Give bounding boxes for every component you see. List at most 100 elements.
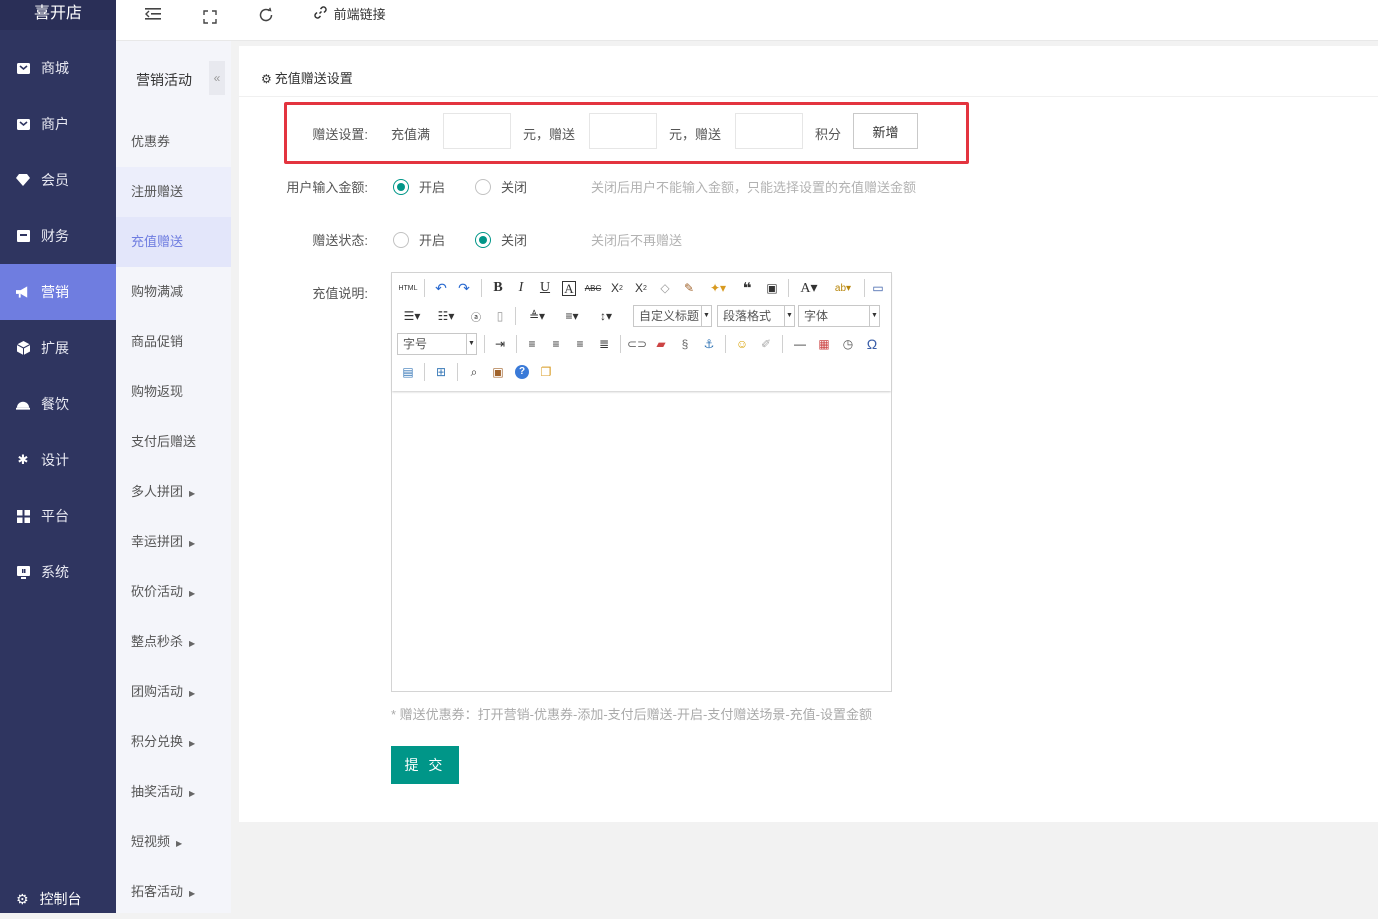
- separator: [864, 279, 865, 297]
- ordered-list-icon[interactable]: ☰▾: [398, 306, 426, 326]
- nav-item-dining[interactable]: 餐饮: [0, 376, 116, 432]
- submenu-item-register-gift[interactable]: 注册赠送: [116, 167, 231, 217]
- submenu-item-recharge-gift[interactable]: 充值赠送: [116, 217, 231, 267]
- font-family-select[interactable]: 字体 ▼: [798, 305, 880, 327]
- indent-icon[interactable]: ⇥: [490, 334, 510, 354]
- add-button[interactable]: 新增: [853, 113, 918, 149]
- subscript-icon[interactable]: X2: [631, 278, 651, 298]
- quote-icon[interactable]: ❝: [737, 278, 757, 298]
- nav-item-member[interactable]: 会员: [0, 152, 116, 208]
- submenu-item-cashback[interactable]: 购物返现: [116, 367, 231, 417]
- nav-item-dashboard[interactable]: ⚙ 控制台: [0, 884, 116, 913]
- gift-status-on-radio[interactable]: 开启: [393, 230, 445, 249]
- member-icon: [16, 173, 30, 187]
- help-icon[interactable]: ?: [512, 362, 532, 382]
- rich-text-editor[interactable]: HTML ↶ ↷ B I U A ABC X2 X2 ◇ ✎ ✦▾ ❝ ▣ A▾…: [391, 272, 892, 692]
- collapse-menu-button[interactable]: «: [209, 61, 225, 95]
- submenu-item-lucky-group[interactable]: 幸运拼团 ▶: [116, 517, 231, 567]
- user-input-on-radio[interactable]: 开启: [393, 177, 445, 196]
- frontend-link[interactable]: 前端链接: [314, 0, 386, 30]
- gift-amount-input[interactable]: [589, 113, 657, 149]
- search-replace-icon[interactable]: ⌕: [464, 362, 484, 382]
- nav-item-finance[interactable]: 财务: [0, 208, 116, 264]
- nav-item-extension[interactable]: 扩展: [0, 320, 116, 376]
- undo-icon[interactable]: ↶: [431, 278, 451, 298]
- nav-item-shop[interactable]: 商城: [0, 40, 116, 96]
- insert-table-icon[interactable]: ⊞: [431, 362, 451, 382]
- auto-format-icon[interactable]: ✦▾: [703, 278, 733, 298]
- submenu-item-coupon[interactable]: 优惠券: [116, 117, 231, 167]
- caret-right-icon: ▶: [189, 889, 196, 898]
- time-icon[interactable]: ◷: [838, 334, 858, 354]
- redo-icon[interactable]: ↷: [454, 278, 474, 298]
- paste-text-icon[interactable]: ▣: [762, 278, 782, 298]
- megaphone-icon: [16, 285, 30, 299]
- horizontal-rule-icon[interactable]: —: [790, 334, 810, 354]
- preview-icon[interactable]: ▭: [868, 278, 888, 298]
- emoji-icon[interactable]: ☺: [732, 334, 752, 354]
- menu-toggle-icon[interactable]: [145, 6, 161, 26]
- submenu-item-customer-acquisition[interactable]: 拓客活动 ▶: [116, 867, 231, 917]
- refresh-icon[interactable]: [258, 7, 274, 28]
- unlink-icon[interactable]: §: [675, 334, 695, 354]
- gift-status-off-radio[interactable]: 关闭: [475, 230, 527, 249]
- format-brush-icon[interactable]: ✎: [679, 278, 699, 298]
- submit-button[interactable]: 提 交: [391, 746, 459, 784]
- user-input-off-radio[interactable]: 关闭: [475, 177, 527, 196]
- recharge-amount-input[interactable]: [443, 113, 511, 149]
- submenu-item-short-video[interactable]: 短视频 ▶: [116, 817, 231, 867]
- nav-item-merchant[interactable]: 商户: [0, 96, 116, 152]
- row-spacing-top-icon[interactable]: ≜▾: [523, 306, 551, 326]
- font-border-icon[interactable]: A: [559, 278, 579, 298]
- date-icon[interactable]: ▦: [814, 334, 834, 354]
- custom-title-select[interactable]: 自定义标题 ▼: [633, 305, 712, 327]
- font-color-icon[interactable]: A▾: [795, 278, 823, 298]
- submenu-item-flash-sale[interactable]: 整点秒杀 ▶: [116, 617, 231, 667]
- submenu-item-group-buy[interactable]: 多人拼团 ▶: [116, 467, 231, 517]
- image-icon[interactable]: ▰: [651, 334, 671, 354]
- word-image-icon[interactable]: ❐: [536, 362, 556, 382]
- link-icon[interactable]: ⊂⊃: [627, 334, 647, 354]
- link-icon: [314, 0, 330, 30]
- superscript-icon[interactable]: X2: [607, 278, 627, 298]
- bold-icon[interactable]: B: [488, 278, 508, 298]
- submenu-label: 拓客活动: [131, 884, 184, 899]
- align-right-icon[interactable]: ≡: [570, 334, 590, 354]
- align-justify-icon[interactable]: ≣: [594, 334, 614, 354]
- align-center-icon[interactable]: ≡: [546, 334, 566, 354]
- unordered-list-icon[interactable]: ☷▾: [432, 306, 460, 326]
- submenu-item-promotion[interactable]: 商品促销: [116, 317, 231, 367]
- submenu-item-full-reduction[interactable]: 购物满减: [116, 267, 231, 317]
- italic-icon[interactable]: I: [511, 278, 531, 298]
- gift-points-input[interactable]: [735, 113, 803, 149]
- submenu-item-bargain[interactable]: 砍价活动 ▶: [116, 567, 231, 617]
- paste-icon[interactable]: ▣: [488, 362, 508, 382]
- eraser-icon[interactable]: ◇: [655, 278, 675, 298]
- paragraph-format-select[interactable]: 段落格式 ▼: [717, 305, 795, 327]
- submenu-label: 整点秒杀: [131, 634, 184, 649]
- scrawl-icon[interactable]: ✐: [756, 334, 776, 354]
- special-chars-icon[interactable]: Ω: [862, 334, 882, 354]
- align-left-icon[interactable]: ≡: [522, 334, 542, 354]
- line-height-icon[interactable]: ↕▾: [592, 306, 620, 326]
- highlight-color-icon[interactable]: ab▾: [828, 278, 858, 298]
- submenu-item-after-pay-gift[interactable]: 支付后赠送: [116, 417, 231, 467]
- underline-icon[interactable]: U: [535, 278, 555, 298]
- fullscreen-icon[interactable]: [203, 9, 217, 29]
- nav-item-marketing[interactable]: 营销: [0, 264, 116, 320]
- strikethrough-icon[interactable]: ABC: [583, 278, 603, 298]
- nav-item-platform[interactable]: 平台: [0, 488, 116, 544]
- row-spacing-bottom-icon[interactable]: ≡▾: [558, 306, 586, 326]
- nav-item-design[interactable]: ✱ 设计: [0, 432, 116, 488]
- directionality-icon[interactable]: ⓐ: [466, 306, 486, 326]
- anchor-icon[interactable]: ⚓: [699, 334, 719, 354]
- dropdown-arrow-icon: ▼: [784, 306, 794, 326]
- submenu-item-lottery[interactable]: 抽奖活动 ▶: [116, 767, 231, 817]
- submenu-item-points-exchange[interactable]: 积分兑换 ▶: [116, 717, 231, 767]
- font-size-select[interactable]: 字号 ▼: [397, 333, 477, 355]
- submenu-item-team-buy[interactable]: 团购活动 ▶: [116, 667, 231, 717]
- nav-item-system[interactable]: 系统: [0, 544, 116, 600]
- blank-page-icon[interactable]: ▯: [490, 306, 510, 326]
- insert-frame-icon[interactable]: ▤: [398, 362, 418, 382]
- html-source-icon[interactable]: HTML: [397, 278, 419, 298]
